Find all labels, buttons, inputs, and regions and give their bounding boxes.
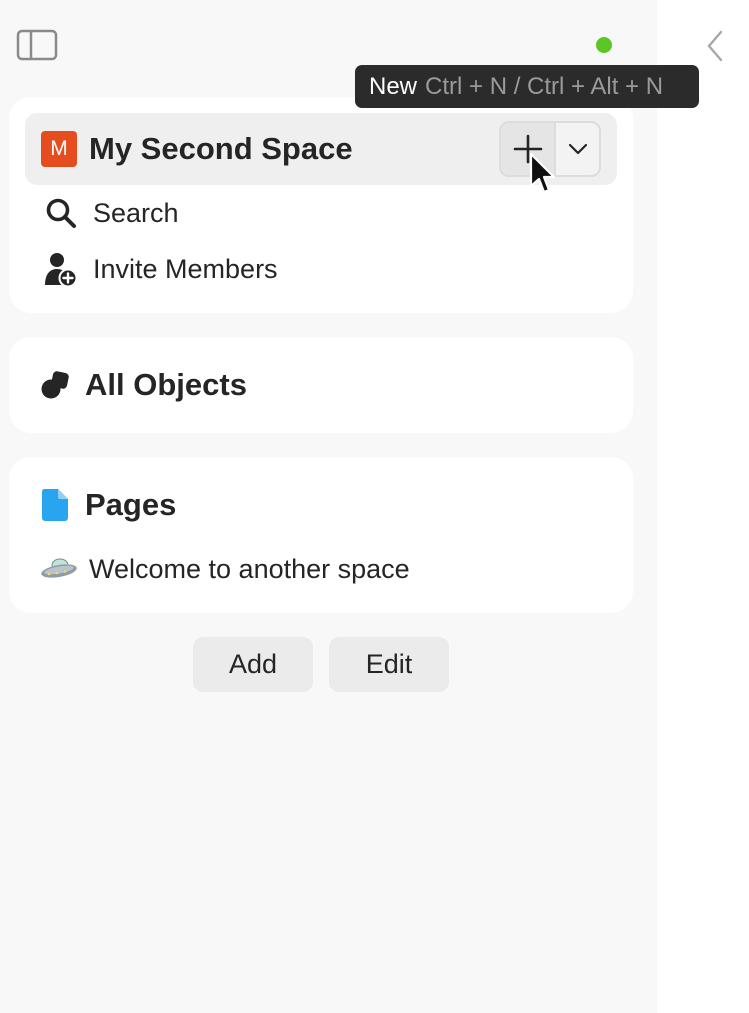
edit-widgets-button[interactable]: Edit (329, 637, 449, 692)
sidebar-toggle-icon (16, 29, 58, 61)
search-menu-item[interactable]: Search (41, 193, 179, 233)
page-item[interactable]: Welcome to another space (39, 549, 410, 589)
sync-status-dot (596, 37, 612, 53)
space-header[interactable]: M My Second Space (25, 113, 617, 185)
invite-members-menu-item[interactable]: Invite Members (41, 249, 278, 289)
space-avatar: M (41, 131, 77, 167)
ufo-icon (39, 549, 79, 589)
main-content-pane (657, 0, 749, 1013)
invite-member-icon (45, 253, 78, 287)
collapse-sidebar-button[interactable] (700, 26, 730, 66)
new-object-dropdown-button[interactable] (556, 123, 599, 175)
pages-card: Pages Welcome to another space (9, 457, 633, 613)
sidebar: M My Second Space Search Invite Members … (0, 0, 657, 1013)
search-icon (46, 198, 76, 228)
all-objects-label: All Objects (85, 367, 247, 402)
objects-icon (41, 371, 69, 399)
space-card: M My Second Space Search Invite Members (9, 97, 633, 313)
plus-icon (513, 134, 542, 164)
all-objects-card: All Objects (9, 337, 633, 433)
page-icon (41, 489, 68, 521)
invite-members-label: Invite Members (93, 253, 278, 284)
pages-widget-header[interactable]: Pages (37, 485, 176, 525)
add-widget-button[interactable]: Add (193, 637, 313, 692)
chevron-left-icon (707, 30, 723, 62)
all-objects-widget[interactable]: All Objects (37, 365, 247, 405)
chevron-down-icon (568, 143, 587, 155)
new-object-tooltip: New Ctrl + N / Ctrl + Alt + N (355, 65, 699, 108)
new-object-button[interactable] (501, 123, 556, 175)
page-item-label: Welcome to another space (89, 553, 410, 584)
new-object-split-button (499, 121, 601, 177)
space-name: My Second Space (89, 131, 353, 166)
pages-label: Pages (85, 487, 177, 522)
tooltip-shortcut: Ctrl + N / Ctrl + Alt + N (425, 72, 664, 100)
sidebar-toggle-button[interactable] (16, 28, 58, 62)
search-label: Search (93, 197, 179, 228)
tooltip-label: New (369, 72, 418, 100)
